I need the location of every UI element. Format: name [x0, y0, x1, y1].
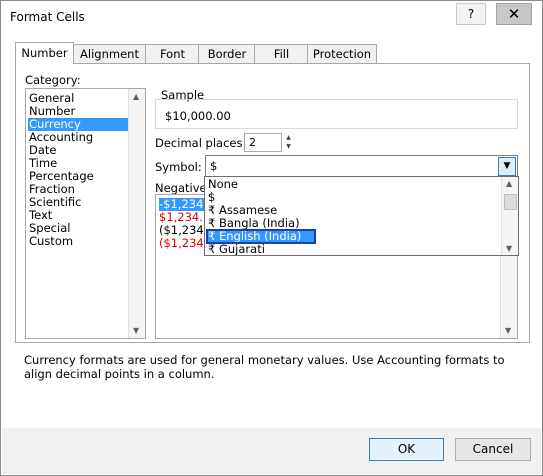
- ok-button[interactable]: OK: [369, 438, 444, 461]
- symbol-select[interactable]: $ ▼: [205, 155, 518, 178]
- scroll-down-icon[interactable]: ▼: [506, 244, 512, 253]
- dropdown-scrollbar[interactable]: ▲ ▼: [501, 177, 518, 255]
- format-cells-dialog: Format Cells ? ✕ Number Alignment Font B…: [0, 0, 543, 476]
- category-list[interactable]: General Number Currency Accounting Date …: [25, 88, 146, 339]
- decimal-places-value: 2: [249, 136, 256, 149]
- tab-number[interactable]: Number: [15, 42, 74, 64]
- format-description: Currency formats are used for general mo…: [24, 353, 505, 381]
- decimal-places-input[interactable]: 2: [244, 133, 282, 152]
- scroll-down-icon[interactable]: ▼: [133, 326, 139, 335]
- title-bar: Format Cells ? ✕: [1, 1, 542, 35]
- tab-fill[interactable]: Fill: [254, 44, 309, 63]
- category-item-custom[interactable]: Custom: [28, 235, 129, 248]
- decimal-places-spinner[interactable]: ▲ ▼: [282, 133, 295, 152]
- tab-bar: Number Alignment Font Border Fill Protec…: [15, 42, 530, 64]
- symbol-dropdown-list[interactable]: None $ ₹ Assamese ₹ Bangla (India) ₹ Eng…: [204, 176, 519, 256]
- sample-box: $10,000.00: [155, 99, 518, 129]
- tab-font[interactable]: Font: [145, 44, 200, 63]
- category-scrollbar[interactable]: ▲ ▼: [128, 89, 145, 338]
- category-label: Category:: [25, 73, 81, 87]
- button-bar: OK Cancel: [2, 428, 541, 474]
- spin-down-icon[interactable]: ▼: [282, 142, 295, 151]
- cancel-button[interactable]: Cancel: [455, 438, 531, 461]
- symbol-option-none[interactable]: None: [207, 178, 502, 191]
- symbol-value: $: [210, 159, 218, 173]
- sample-value: $10,000.00: [165, 109, 231, 123]
- close-button[interactable]: ✕: [496, 3, 532, 25]
- symbol-option-gujarati[interactable]: ₹ Gujarati: [207, 243, 502, 256]
- scroll-thumb[interactable]: [504, 194, 517, 210]
- help-button[interactable]: ?: [456, 3, 486, 25]
- scroll-down-icon[interactable]: ▼: [505, 326, 511, 335]
- dialog-title: Format Cells: [10, 10, 85, 24]
- tab-protection[interactable]: Protection: [307, 44, 377, 63]
- scroll-up-icon[interactable]: ▲: [133, 92, 139, 101]
- tab-alignment[interactable]: Alignment: [72, 44, 147, 63]
- scroll-up-icon[interactable]: ▲: [506, 179, 512, 188]
- tab-border[interactable]: Border: [198, 44, 256, 63]
- spin-up-icon[interactable]: ▲: [282, 133, 295, 142]
- negative-numbers-label: Negative: [155, 181, 207, 195]
- chevron-down-icon[interactable]: ▼: [498, 157, 516, 176]
- symbol-label: Symbol:: [155, 160, 202, 174]
- decimal-places-label: Decimal places:: [155, 136, 247, 150]
